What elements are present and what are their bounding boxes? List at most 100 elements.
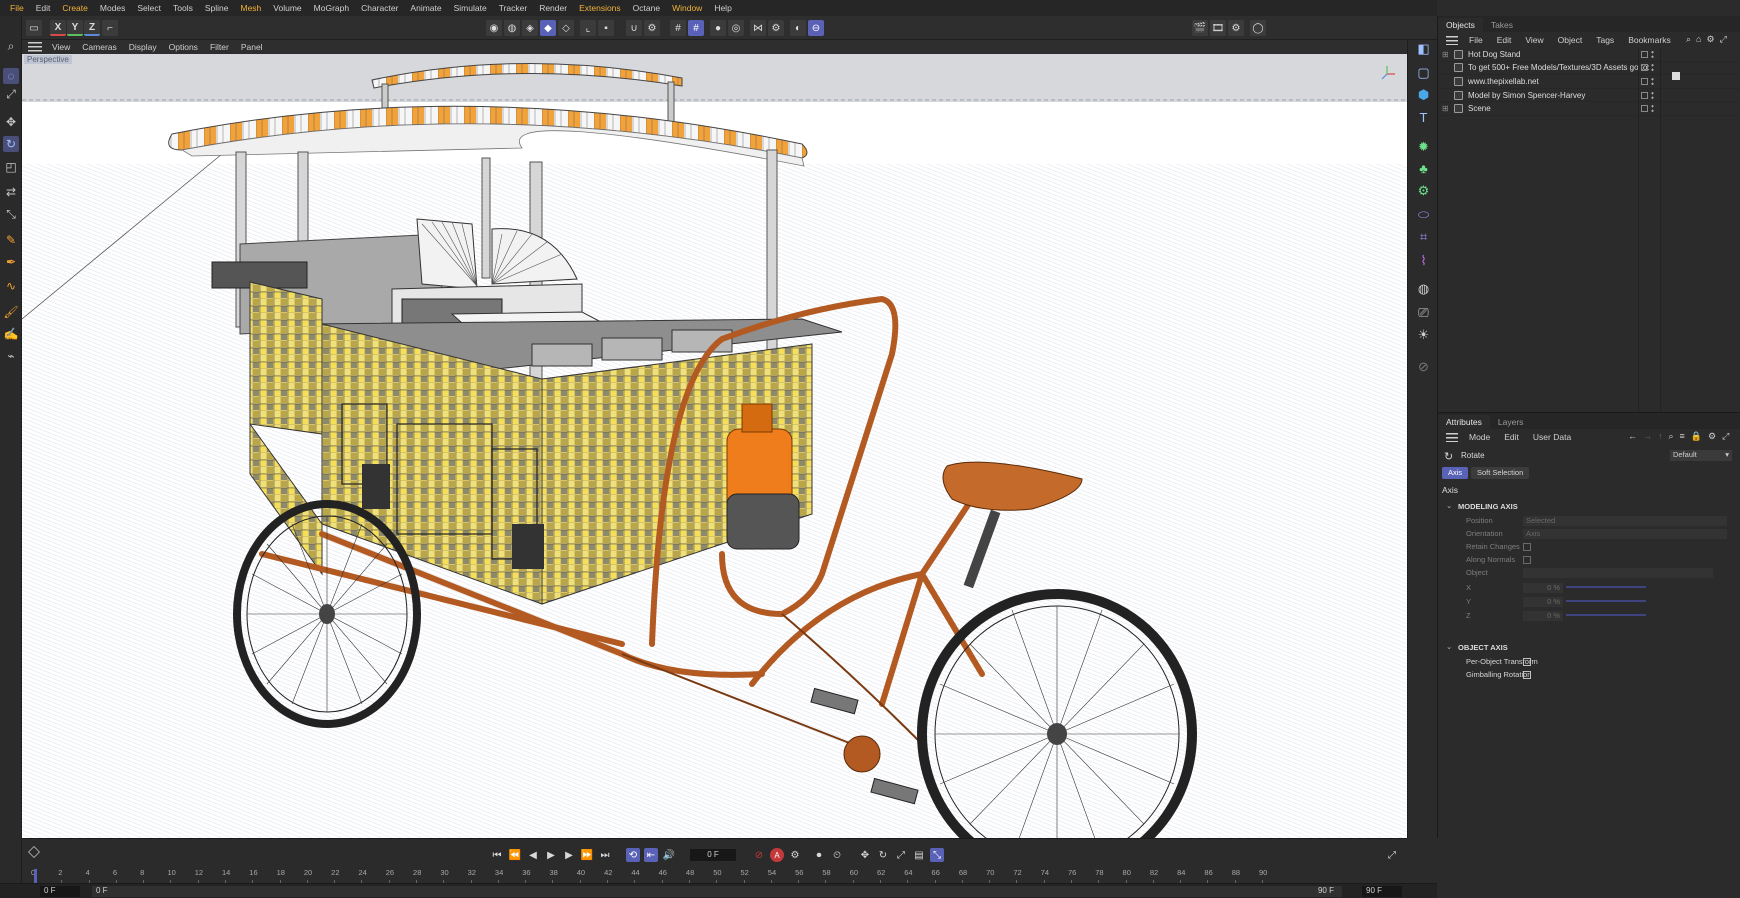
viewport-menu-options[interactable]: Options xyxy=(163,42,204,52)
autokey-icon[interactable]: A xyxy=(770,848,784,862)
key-interp-icon[interactable]: ⏲ xyxy=(830,848,844,862)
menu-mesh[interactable]: Mesh xyxy=(235,3,268,13)
tab-attributes[interactable]: Attributes xyxy=(1438,415,1490,429)
menu-tracker[interactable]: Tracker xyxy=(493,3,534,13)
play-icon[interactable]: ▶ xyxy=(544,848,558,862)
object-row[interactable]: ⊞ Hot Dog Stand xyxy=(1438,48,1740,62)
playhead[interactable] xyxy=(34,869,37,883)
position-dropdown[interactable]: Selected xyxy=(1523,516,1727,526)
move-icon[interactable]: ✥ xyxy=(3,114,19,130)
object-row[interactable]: ⊞ Scene xyxy=(1438,102,1740,116)
visibility-check-icon[interactable] xyxy=(1641,77,1648,85)
tab-layers[interactable]: Layers xyxy=(1490,415,1532,429)
scale-icon[interactable]: ◰ xyxy=(3,159,19,175)
go-to-start-icon[interactable]: ⏮ xyxy=(490,848,504,862)
menu-window[interactable]: Window xyxy=(666,3,708,13)
expand-icon[interactable]: ⊞ xyxy=(1442,50,1452,59)
menu-volume[interactable]: Volume xyxy=(267,3,307,13)
polygons-mode-icon[interactable]: ◈ xyxy=(522,20,538,36)
sound-icon[interactable]: 🔊 xyxy=(662,848,676,862)
brush-icon[interactable]: 🖌 xyxy=(3,304,19,320)
objects-menu-tags[interactable]: Tags xyxy=(1589,35,1621,45)
cloner-icon[interactable]: ♣ xyxy=(1415,160,1432,177)
null-object-icon[interactable]: ▢ xyxy=(1415,64,1432,81)
octane-icon[interactable]: ◯ xyxy=(1250,20,1266,36)
keyframe-icon[interactable] xyxy=(28,846,40,858)
expand-icon[interactable]: ⊞ xyxy=(1442,104,1452,113)
menu-tools[interactable]: Tools xyxy=(167,3,199,13)
z-axis-toggle[interactable]: Z xyxy=(84,20,100,36)
z-value-field[interactable]: 0 % xyxy=(1523,611,1563,621)
knife-icon[interactable]: ✎ xyxy=(3,232,19,248)
object-row[interactable]: www.thepixellab.net xyxy=(1438,75,1740,89)
object-link-field[interactable] xyxy=(1523,568,1713,578)
render-settings-icon[interactable]: ⚙ xyxy=(1228,20,1244,36)
x-value-field[interactable]: 0 % xyxy=(1523,583,1563,593)
new-object-icon[interactable]: ◧ xyxy=(1415,40,1432,57)
visibility-dots-icon[interactable] xyxy=(1651,104,1654,114)
key-scale-icon[interactable]: ⤢ xyxy=(894,848,908,862)
spline-tool-icon[interactable]: ⌇ xyxy=(1415,252,1432,269)
y-axis-toggle[interactable]: Y xyxy=(67,20,83,36)
transform-icon[interactable]: ⇄ xyxy=(3,184,19,200)
light-icon[interactable]: ☀ xyxy=(1415,326,1432,343)
attributes-hamburger-icon[interactable] xyxy=(1446,432,1458,442)
viewport-menu-view[interactable]: View xyxy=(46,42,76,52)
objects-hamburger-icon[interactable] xyxy=(1446,35,1458,45)
grid-snap-icon[interactable]: # xyxy=(688,20,704,36)
workplane-icon[interactable]: ⌞ xyxy=(580,20,596,36)
visibility-dots-icon[interactable] xyxy=(1651,49,1654,59)
preset-dropdown[interactable]: Default ▾ xyxy=(1670,450,1732,461)
attributes-menu-user-data[interactable]: User Data xyxy=(1526,432,1578,442)
along-normals-checkbox[interactable] xyxy=(1523,556,1531,564)
key-position-icon[interactable]: ✥ xyxy=(858,848,872,862)
attributes-menu-edit[interactable]: Edit xyxy=(1497,432,1526,442)
menu-render[interactable]: Render xyxy=(533,3,573,13)
tab-axis[interactable]: Axis xyxy=(1442,467,1469,479)
effector-icon[interactable]: ⚙ xyxy=(1415,182,1432,199)
viewport-solo-icon[interactable]: ◐ xyxy=(790,20,806,36)
per-object-transform-checkbox[interactable] xyxy=(1523,658,1531,666)
viewport-hamburger-icon[interactable] xyxy=(28,42,42,52)
menu-simulate[interactable]: Simulate xyxy=(448,3,493,13)
scale-axis-icon[interactable]: ⤡ xyxy=(3,206,19,222)
next-frame-icon[interactable]: ▶ xyxy=(562,848,576,862)
menu-edit[interactable]: Edit xyxy=(30,3,57,13)
visibility-dots-icon[interactable] xyxy=(1651,63,1654,73)
symmetry-icon[interactable]: ⋈ xyxy=(750,20,766,36)
move-select-icon[interactable]: ⤢ xyxy=(3,86,19,102)
object-row[interactable]: To get 500+ Free Models/Textures/3D Asse… xyxy=(1438,62,1740,76)
x-axis-toggle[interactable]: X xyxy=(50,20,66,36)
next-key-icon[interactable]: ⏩ xyxy=(580,848,594,862)
lock-icon[interactable]: 🔒 xyxy=(1691,431,1702,442)
menu-octane[interactable]: Octane xyxy=(627,3,666,13)
viewport-menu-display[interactable]: Display xyxy=(123,42,163,52)
deformer-icon[interactable]: ⬭ xyxy=(1415,206,1432,223)
keyframe-settings-icon[interactable]: ⚙ xyxy=(788,848,802,862)
attributes-menu-mode[interactable]: Mode xyxy=(1462,432,1497,442)
objects-menu-edit[interactable]: Edit xyxy=(1490,35,1519,45)
record-disabled-icon[interactable]: ⊘ xyxy=(752,848,766,862)
visibility-check-icon[interactable] xyxy=(1641,50,1648,58)
expand-icon[interactable]: ⤢ xyxy=(1722,431,1729,442)
timeline-expand-icon[interactable]: ⤢ xyxy=(1385,848,1399,862)
paint-icon[interactable]: ✍ xyxy=(3,326,19,342)
menu-create[interactable]: Create xyxy=(56,3,94,13)
viewport-menu-filter[interactable]: Filter xyxy=(204,42,235,52)
spline-icon[interactable]: ∿ xyxy=(3,278,19,294)
end-frame-field[interactable]: 90 F xyxy=(1362,886,1402,897)
viewport-menu-panel[interactable]: Panel xyxy=(235,42,269,52)
key-param-icon[interactable]: ▤ xyxy=(912,848,926,862)
modeling-axis-header[interactable]: MODELING AXIS xyxy=(1438,502,1518,511)
grid-icon[interactable]: # xyxy=(670,20,686,36)
forward-arrow-icon[interactable]: → xyxy=(1643,431,1652,442)
snap-icon[interactable]: ▪ xyxy=(598,20,614,36)
rotate-icon[interactable]: ↻ xyxy=(3,136,19,152)
frame-range-slider[interactable]: 0 F 90 F xyxy=(92,886,1342,897)
object-row[interactable]: Model by Simon Spencer-Harvey xyxy=(1438,89,1740,103)
objects-menu-object[interactable]: Object xyxy=(1551,35,1590,45)
retain-changes-checkbox[interactable] xyxy=(1523,543,1531,551)
model-mode-icon[interactable]: ◆ xyxy=(540,20,556,36)
visibility-check-icon[interactable] xyxy=(1641,64,1648,72)
object-axis-header[interactable]: OBJECT AXIS xyxy=(1438,643,1508,652)
